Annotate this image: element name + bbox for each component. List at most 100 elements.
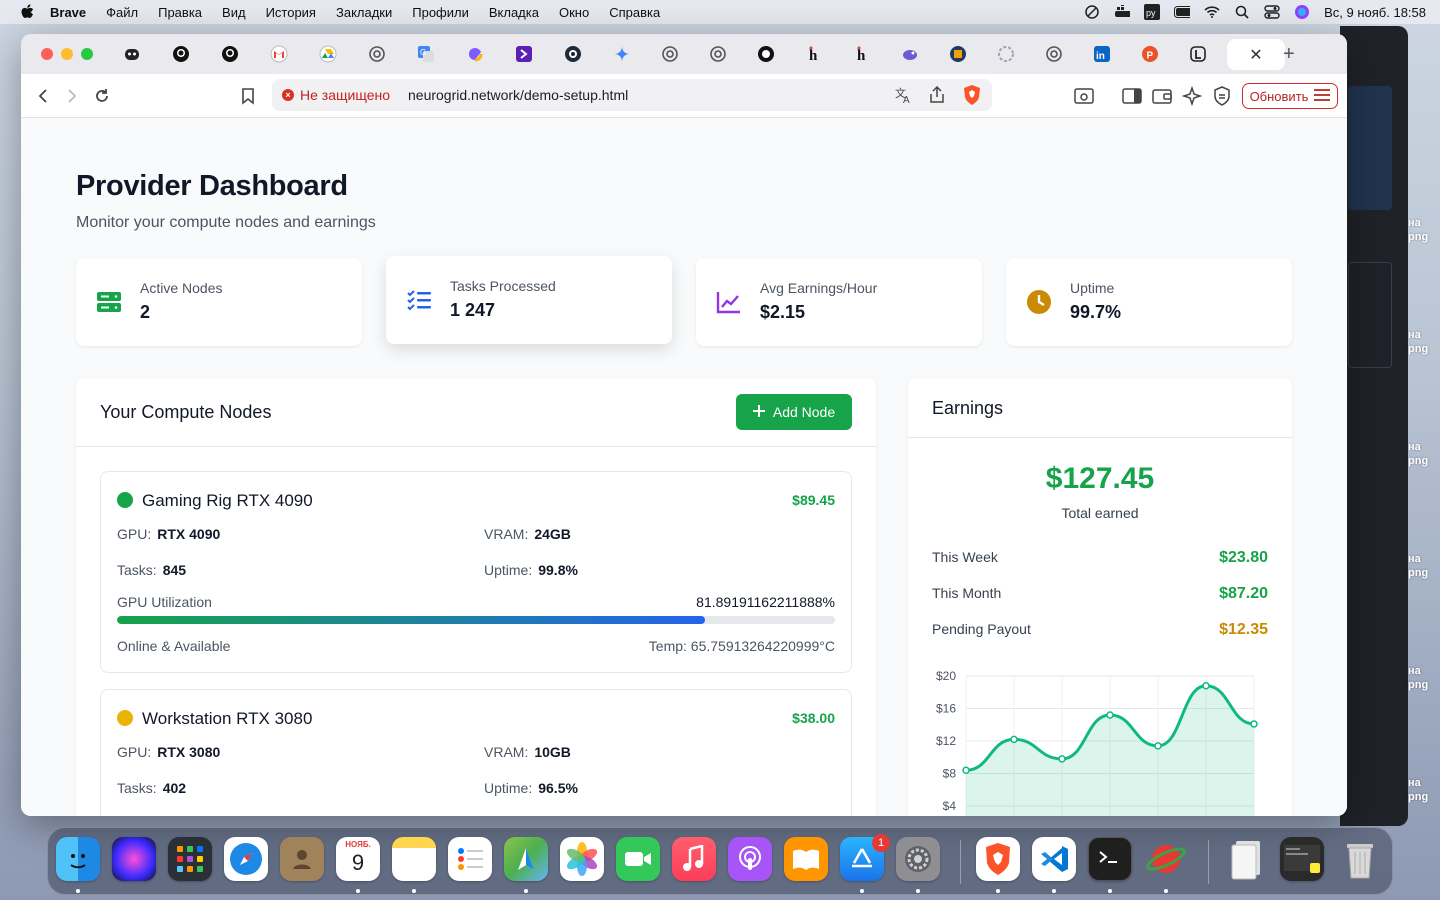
security-label[interactable]: Не защищено <box>300 87 390 103</box>
terminal-icon[interactable] <box>1088 837 1132 881</box>
tab-favicon-openai-icon[interactable] <box>1045 45 1063 63</box>
close-window-button[interactable] <box>41 48 53 60</box>
photos-icon[interactable] <box>560 837 604 881</box>
reminders-icon[interactable] <box>448 837 492 881</box>
tab-favicon-copilot-icon[interactable] <box>123 45 141 63</box>
python-icon[interactable]: py <box>1144 4 1161 20</box>
translate-icon[interactable]: 文A <box>894 85 914 108</box>
sidebar-toggle-icon[interactable] <box>1122 86 1142 106</box>
tab-favicon-openai-icon[interactable] <box>661 45 679 63</box>
brave-browser-icon[interactable] <box>976 837 1020 881</box>
brave-shields-icon[interactable] <box>962 84 982 109</box>
spotlight-icon[interactable] <box>1234 4 1250 20</box>
chart-data-point[interactable] <box>1058 755 1066 763</box>
url-text[interactable]: neurogrid.network/demo-setup.html <box>408 87 628 103</box>
notes-icon[interactable] <box>392 837 436 881</box>
books-icon[interactable] <box>784 837 828 881</box>
tab-favicon-github-icon[interactable] <box>172 45 190 63</box>
menu-edit[interactable]: Правка <box>158 5 202 20</box>
vscode-icon[interactable] <box>1032 837 1076 881</box>
chart-data-point[interactable] <box>1154 742 1162 750</box>
tab-favicon-letter-icon[interactable] <box>1189 45 1207 63</box>
node-card[interactable]: Gaming Rig RTX 4090 $89.45 GPU: RTX 4090 … <box>100 471 852 673</box>
chart-data-point[interactable] <box>1250 720 1258 728</box>
menu-history[interactable]: История <box>266 5 316 20</box>
active-tab[interactable]: ✕ <box>1227 39 1285 70</box>
tab-favicon-h-icon[interactable]: h <box>805 45 823 63</box>
trash-icon[interactable] <box>1338 837 1382 881</box>
apple-icon[interactable] <box>20 4 36 20</box>
menu-tab[interactable]: Вкладка <box>489 5 539 20</box>
chart-data-point[interactable] <box>962 766 970 774</box>
node-card[interactable]: Workstation RTX 3080 $38.00 GPU: RTX 3080… <box>100 689 852 816</box>
launchpad-icon[interactable] <box>168 837 212 881</box>
add-node-button[interactable]: Add Node <box>736 394 852 430</box>
contacts-icon[interactable] <box>280 837 324 881</box>
address-bar[interactable]: × Не защищено neurogrid.network/demo-set… <box>272 79 992 111</box>
back-icon[interactable] <box>33 86 53 106</box>
menu-file[interactable]: Файл <box>106 5 138 20</box>
tab-favicon-github-icon[interactable] <box>221 45 239 63</box>
tab-favicon-linkedin-icon[interactable]: in <box>1093 45 1111 63</box>
docker-icon[interactable] <box>1114 4 1131 20</box>
system-settings-icon[interactable] <box>896 837 940 881</box>
tab-favicon-producthunt-icon[interactable]: P <box>1141 45 1159 63</box>
menu-view[interactable]: Вид <box>222 5 246 20</box>
zoom-window-button[interactable] <box>81 48 93 60</box>
menu-window[interactable]: Окно <box>559 5 589 20</box>
new-tab-button[interactable]: + <box>1283 42 1299 66</box>
document-stack-icon[interactable] <box>1224 837 1268 881</box>
no-disturb-icon[interactable] <box>1084 4 1100 20</box>
tab-favicon-gmail-icon[interactable] <box>270 45 288 63</box>
control-center-icon[interactable] <box>1264 4 1280 20</box>
menu-help[interactable]: Справка <box>609 5 660 20</box>
update-button[interactable]: Обновить <box>1242 83 1338 109</box>
close-tab-icon[interactable]: ✕ <box>1249 45 1262 65</box>
forward-icon[interactable] <box>62 86 82 106</box>
tab-favicon-drive-icon[interactable] <box>319 45 337 63</box>
music-icon[interactable] <box>672 837 716 881</box>
siri-icon[interactable] <box>1294 4 1310 20</box>
tab-favicon-terminal-icon[interactable] <box>515 45 533 63</box>
vram-value: 24GB <box>534 526 571 542</box>
menu-bookmarks[interactable]: Закладки <box>336 5 392 20</box>
tab-favicon-h-icon[interactable]: h <box>853 45 871 63</box>
screenshot-stack-icon[interactable] <box>1280 837 1324 881</box>
maps-icon[interactable] <box>504 837 548 881</box>
facetime-icon[interactable] <box>616 837 660 881</box>
reload-icon[interactable] <box>92 86 112 106</box>
tab-favicon-gemini-icon[interactable] <box>613 45 631 63</box>
tab-favicon-translate-icon[interactable]: G <box>417 45 435 63</box>
menu-profiles[interactable]: Профили <box>412 5 469 20</box>
tab-favicon-bird-icon[interactable] <box>901 45 919 63</box>
chart-data-point[interactable] <box>1202 682 1210 690</box>
postman-icon[interactable] <box>1144 837 1188 881</box>
chart-data-point[interactable] <box>1010 735 1018 744</box>
minimize-window-button[interactable] <box>61 48 73 60</box>
wifi-icon[interactable] <box>1204 4 1220 20</box>
wallet-icon[interactable] <box>1152 86 1172 106</box>
safari-icon[interactable] <box>224 837 268 881</box>
browser-window: G h h in P ✕ + × Не защищено neurogrid.n… <box>21 34 1347 816</box>
tab-favicon-openai-icon[interactable] <box>368 45 386 63</box>
vpn-icon[interactable] <box>1212 86 1232 106</box>
tab-favicon-loader-icon[interactable] <box>997 45 1015 63</box>
tab-favicon-circle-icon[interactable] <box>564 45 582 63</box>
tab-favicon-copilot-icon[interactable] <box>466 45 484 63</box>
tab-favicon-shield-icon[interactable] <box>949 45 967 63</box>
reader-mode-icon[interactable] <box>1074 86 1094 106</box>
share-icon[interactable] <box>928 85 946 108</box>
menu-app-name[interactable]: Brave <box>50 5 86 20</box>
podcasts-icon[interactable] <box>728 837 772 881</box>
menubar-clock[interactable]: Вс, 9 нояб. 18:58 <box>1324 5 1426 20</box>
calendar-icon[interactable]: НОЯБ. 9 <box>336 837 380 881</box>
battery-icon[interactable] <box>1174 4 1191 20</box>
siri-icon[interactable] <box>112 837 156 881</box>
tab-favicon-openai-icon[interactable] <box>709 45 727 63</box>
chart-data-point[interactable] <box>1106 711 1114 719</box>
tab-favicon-dark-circle-icon[interactable] <box>757 45 775 63</box>
leo-ai-icon[interactable] <box>1182 86 1202 106</box>
finder-icon[interactable] <box>56 837 100 881</box>
bookmark-icon[interactable] <box>238 86 258 106</box>
earnings-row: This Week $23.80 <box>932 549 1268 566</box>
